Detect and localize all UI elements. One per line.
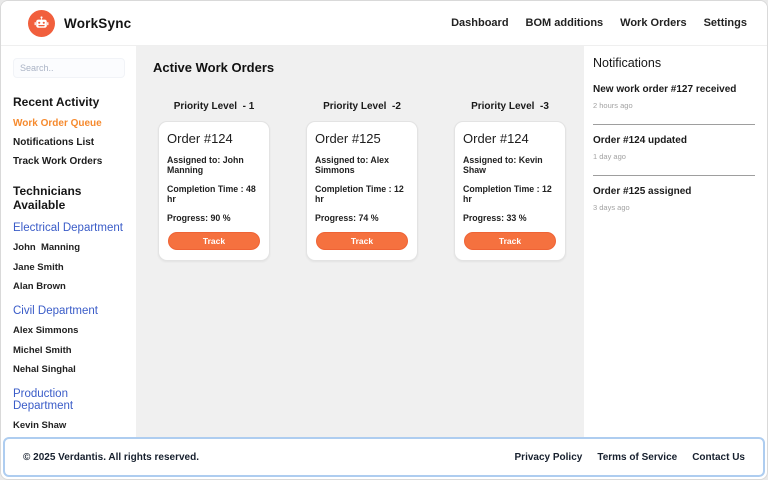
- notification-time: 3 days ago: [593, 203, 630, 212]
- notifications-panel: Notifications New work order #127 receiv…: [584, 46, 767, 437]
- footer-link-terms-of-service[interactable]: Terms of Service: [597, 452, 677, 463]
- nav-bom-additions[interactable]: BOM additions: [526, 17, 604, 29]
- priority-label: Priority Level -2: [323, 101, 401, 112]
- order-number: Order #124: [463, 131, 529, 146]
- sidebar-item-notifications-list[interactable]: Notifications List: [13, 137, 126, 148]
- progress: Progress: 74 %: [315, 213, 379, 223]
- notification-item[interactable]: New work order #127 received 2 hours ago: [593, 84, 755, 116]
- nav-dashboard[interactable]: Dashboard: [451, 17, 508, 29]
- progress: Progress: 33 %: [463, 213, 527, 223]
- robot-logo-icon: [28, 9, 55, 37]
- completion-time: Completion Time : 12 hr: [315, 184, 404, 204]
- sidebar-item-work-order-queue[interactable]: Work Order Queue: [13, 118, 126, 129]
- department-name: Civil Department: [13, 305, 98, 317]
- notification-text: Order #124 updated: [593, 135, 687, 146]
- department-name: Electrical Department: [13, 222, 123, 234]
- priority-label: Priority Level - 1: [173, 101, 255, 112]
- technician-name: Alan Brown: [13, 281, 66, 292]
- assigned-to: Assigned to: Alex Simmons: [315, 155, 389, 175]
- footer-links: Privacy Policy Terms of Service Contact …: [515, 452, 745, 463]
- app-title: WorkSync: [64, 15, 132, 31]
- work-order-cards: Priority Level - 1 Order #124 Assigned t…: [153, 101, 568, 261]
- department-production: Production Department Kevin Shaw Linda L…: [13, 388, 126, 437]
- notification-item[interactable]: Order #124 updated 1 day ago: [593, 135, 755, 167]
- notifications-heading: Notifications: [593, 56, 662, 70]
- divider: [593, 124, 755, 125]
- order-card: Order #125 Assigned to: Alex Simmons Com…: [306, 121, 418, 261]
- track-button[interactable]: Track: [316, 232, 408, 250]
- technicians-heading: Technicians Available: [13, 184, 82, 212]
- divider: [593, 175, 755, 176]
- notification-text: New work order #127 received: [593, 84, 737, 95]
- order-card: Order #124 Assigned to: John Manning Com…: [158, 121, 270, 261]
- completion-time: Completion Time : 12 hr: [463, 184, 552, 204]
- work-order-card-3: Priority Level -3 Order #124 Assigned to…: [454, 101, 566, 261]
- work-order-card-1: Priority Level - 1 Order #124 Assigned t…: [158, 101, 270, 261]
- track-button[interactable]: Track: [168, 232, 260, 250]
- copyright-text: © 2025 Verdantis. All rights reserved.: [23, 451, 199, 463]
- technician-name: Alex Simmons: [13, 325, 79, 336]
- app-footer: © 2025 Verdantis. All rights reserved. P…: [3, 437, 765, 477]
- assigned-to: Assigned to: John Manning: [167, 155, 244, 175]
- technician-name: John Manning: [13, 242, 81, 253]
- content-area: Recent Activity Work Order Queue Notific…: [1, 46, 767, 437]
- track-button[interactable]: Track: [464, 232, 556, 250]
- sidebar-item-track-work-orders[interactable]: Track Work Orders: [13, 156, 126, 167]
- technician-name: Kevin Shaw: [13, 420, 67, 431]
- priority-label: Priority Level -3: [471, 101, 549, 112]
- department-electrical: Electrical Department John Manning Jane …: [13, 222, 126, 292]
- page-title: Active Work Orders: [153, 60, 275, 75]
- technician-name: Michel Smith: [13, 344, 72, 356]
- main-panel: Active Work Orders Priority Level - 1 Or…: [136, 46, 584, 437]
- work-order-card-2: Priority Level -2 Order #125 Assigned to…: [306, 101, 418, 261]
- order-card: Order #124 Assigned to: Kevin Shaw Compl…: [454, 121, 566, 261]
- progress: Progress: 90 %: [167, 213, 231, 223]
- completion-time: Completion Time : 48 hr: [167, 184, 256, 204]
- order-number: Order #125: [315, 131, 381, 146]
- nav-work-orders[interactable]: Work Orders: [620, 17, 686, 29]
- worksync-app: WorkSync Dashboard BOM additions Work Or…: [0, 0, 768, 480]
- department-name: Production Department: [13, 388, 74, 412]
- recent-activity-heading: Recent Activity: [13, 95, 100, 109]
- notification-time: 2 hours ago: [593, 101, 633, 110]
- department-civil: Civil Department Alex Simmons Michel Smi…: [13, 305, 126, 375]
- search-input[interactable]: [13, 58, 125, 78]
- footer-link-privacy-policy[interactable]: Privacy Policy: [515, 452, 583, 463]
- notification-item[interactable]: Order #125 assigned 3 days ago: [593, 186, 755, 218]
- top-navigation: Dashboard BOM additions Work Orders Sett…: [451, 17, 747, 29]
- nav-settings[interactable]: Settings: [704, 17, 747, 29]
- app-header: WorkSync Dashboard BOM additions Work Or…: [1, 1, 767, 46]
- brand: WorkSync: [28, 9, 132, 37]
- notification-text: Order #125 assigned: [593, 186, 692, 197]
- notification-time: 1 day ago: [593, 152, 626, 161]
- technician-name: Nehal Singhal: [13, 364, 76, 375]
- sidebar: Recent Activity Work Order Queue Notific…: [1, 46, 136, 437]
- technician-name: Jane Smith: [13, 261, 64, 273]
- footer-link-contact-us[interactable]: Contact Us: [692, 452, 745, 463]
- order-number: Order #124: [167, 131, 233, 146]
- assigned-to: Assigned to: Kevin Shaw: [463, 155, 543, 175]
